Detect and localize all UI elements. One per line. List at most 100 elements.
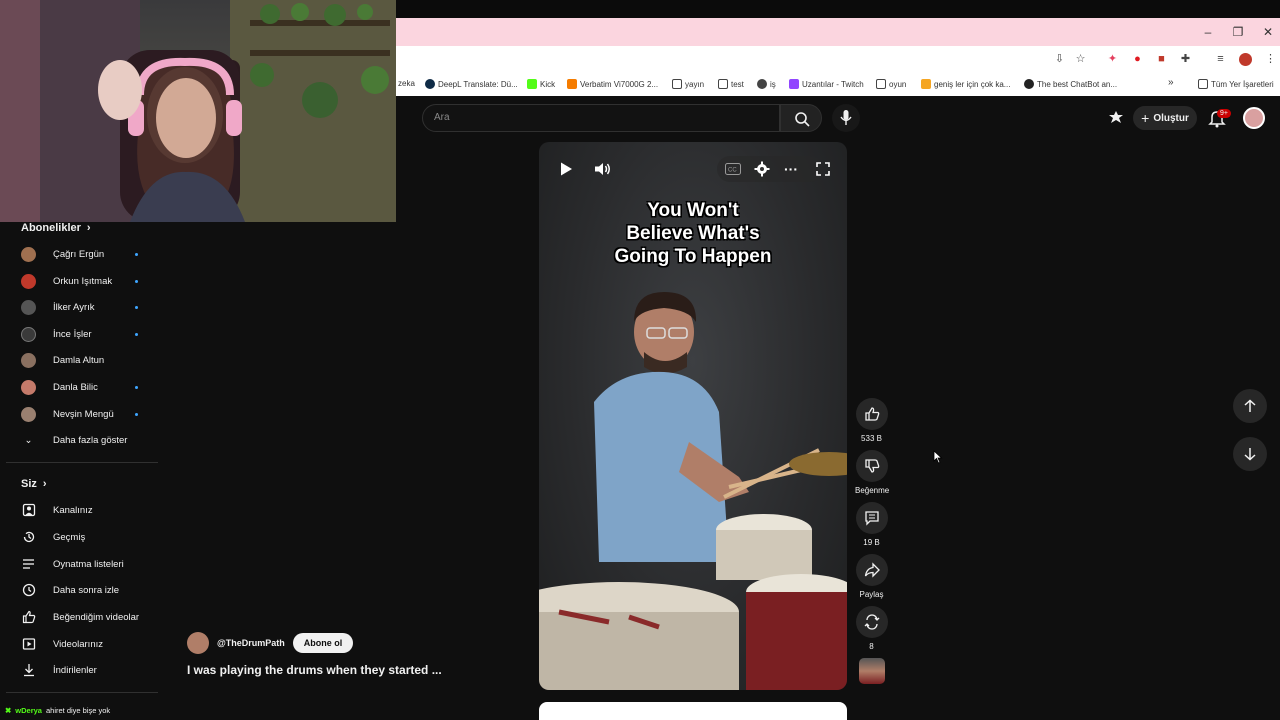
voice-search-button[interactable] [832,104,860,132]
bookmark-item[interactable]: The best ChatBot an... [1024,79,1117,89]
sidebar-item-your-channel[interactable]: Kanalınız [21,500,151,520]
profile-avatar-icon[interactable] [1239,53,1252,66]
show-more-button[interactable]: ⌄ Daha fazla göster [21,430,151,450]
next-short-button[interactable] [1233,437,1267,471]
close-window-button[interactable]: ✕ [1253,18,1280,46]
new-content-dot [135,279,138,283]
opera-extension-icon[interactable]: ● [1131,53,1144,66]
comments-button[interactable]: 19 B [855,502,888,547]
folder-icon [672,79,682,89]
previous-short-button[interactable] [1233,389,1267,423]
next-short-preview[interactable] [539,702,847,720]
media-control-icon[interactable]: ≡ [1214,53,1227,66]
channel-avatar[interactable] [187,632,209,654]
play-button[interactable] [553,156,579,182]
bookmark-item[interactable]: Uzantılar - Twitch [789,79,864,89]
folder-icon [1198,79,1208,89]
channel-avatar [21,352,36,368]
short-title[interactable]: I was playing the drums when they starte… [187,663,442,677]
sidebar-item-your-videos[interactable]: Videolarınız [21,634,151,654]
bookmark-item[interactable]: Verbatim Vi7000G 2... [567,79,658,89]
bookmark-item[interactable]: oyun [876,79,906,89]
bookmark-star-icon[interactable]: ☆ [1074,53,1087,66]
sidebar-item-playlists[interactable]: Oynatma listeleri [21,554,151,574]
sound-thumbnail[interactable] [859,658,885,684]
gear-icon [754,161,770,177]
install-app-icon[interactable]: ⇩ [1053,53,1066,66]
sidebar-item-subscription[interactable]: Damla Altun [21,350,141,370]
share-button[interactable]: Paylaş [855,554,888,599]
channel-name[interactable]: @TheDrumPath [217,638,285,648]
dislike-button[interactable]: Beğenme [855,450,889,495]
sidebar-item-subscription[interactable]: Çağrı Ergün [21,244,141,264]
remix-button[interactable]: 8 [855,606,888,651]
extension-icon[interactable]: ✦ [1106,53,1119,66]
bookmark-item[interactable]: geniş ler için çok ka... [921,79,1010,89]
create-label: Oluştur [1153,112,1189,124]
bookmark-item[interactable]: yayın [672,79,704,89]
recorder-extension-icon[interactable]: ■ [1155,53,1168,66]
screen-top-edge [396,0,1280,18]
search-input[interactable]: Ara [422,104,780,132]
microphone-icon [840,110,852,125]
thumbs-up-icon [855,398,888,430]
play-icon [561,162,572,176]
minimize-button[interactable]: – [1193,18,1223,46]
address-bar[interactable]: ⇩ ☆ ✦ ● ■ ✚ ≡ ⋮ [396,46,1280,74]
folder-icon [718,79,728,89]
captions-button[interactable]: CC [720,156,746,182]
bookmarks-overflow-button[interactable]: » [1168,77,1174,88]
thumbs-down-icon [855,450,888,482]
sidebar-item-subscription[interactable]: İlker Ayrık [21,297,141,317]
subscribe-button[interactable]: Abone ol [292,633,354,653]
sidebar-item-history[interactable]: Geçmiş [21,527,151,547]
sidebar-item-downloads[interactable]: İndirilenler [21,660,151,680]
bookmarks-bar: zeka DeepL Translate: Dü... Kick Verbati… [396,74,1280,96]
chat-text: ahiret diye bişe yok [45,705,111,715]
arrow-up-icon [1244,399,1256,412]
studio-icon[interactable] [1107,109,1125,127]
restore-button[interactable]: ❐ [1223,18,1253,46]
new-content-dot [135,252,138,256]
bookmark-item[interactable]: test [718,79,744,89]
sidebar-divider [6,462,158,463]
more-options-icon[interactable]: ··· [778,156,804,182]
sidebar-item-liked-videos[interactable]: Beğendiğim videolar [21,607,151,627]
download-icon [21,663,36,678]
channel-avatar [21,326,36,342]
bookmark-item[interactable]: zeka [398,79,415,88]
channel-avatar [21,246,36,262]
chatbot-icon [1024,79,1034,89]
you-heading[interactable]: Siz › [21,478,47,490]
playlist-icon [21,557,36,572]
sidebar-item-subscription[interactable]: Orkun Işıtmak [21,271,141,291]
search-button[interactable] [780,104,822,132]
bookmark-item[interactable]: DeepL Translate: Dü... [425,79,518,89]
fullscreen-button[interactable] [810,156,836,182]
create-button[interactable]: + Oluştur [1133,106,1197,130]
subscriptions-heading[interactable]: Abonelikler › [21,222,91,234]
twitch-icon [789,79,799,89]
webcam-overlay [0,0,396,222]
settings-button[interactable] [749,156,775,182]
extensions-puzzle-icon[interactable]: ✚ [1179,53,1192,66]
remix-icon [855,606,888,638]
sidebar-item-subscription[interactable]: İnce İşler [21,324,141,344]
shorts-video-player[interactable]: You Won't Believe What's Going To Happen… [539,142,847,690]
avatar[interactable] [1243,107,1265,129]
new-content-dot [135,305,138,309]
arrow-down-icon [1244,448,1256,461]
bookmark-item[interactable]: Kick [527,79,555,89]
sidebar-item-subscription[interactable]: Nevşin Mengü [21,404,141,424]
verbatim-icon [567,79,577,89]
volume-button[interactable] [590,156,616,182]
overlay-text-line: Going To Happen [614,246,772,267]
clock-icon [21,583,36,598]
browser-menu-icon[interactable]: ⋮ [1264,53,1277,66]
sidebar-item-watch-later[interactable]: Daha sonra izle [21,580,151,600]
all-bookmarks-button[interactable]: Tüm Yer İşaretleri [1198,79,1274,89]
sidebar-item-subscription[interactable]: Danla Bilic [21,377,141,397]
new-content-dot [135,332,138,336]
like-button[interactable]: 533 B [855,398,888,443]
bookmark-item[interactable]: iş [757,79,776,89]
